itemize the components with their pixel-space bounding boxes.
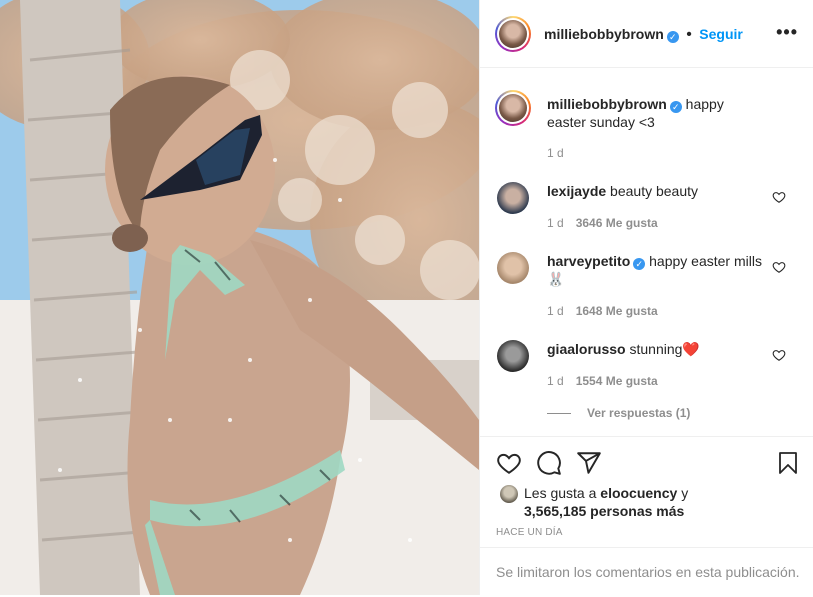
comments-list[interactable]: milliebobbybrown ✓ happy easter sunday <3… xyxy=(480,68,813,436)
bookmark-icon[interactable] xyxy=(776,450,800,476)
comment-likes[interactable]: 3646 Me gusta xyxy=(576,216,658,230)
comment-username[interactable]: giaalorusso xyxy=(547,341,626,357)
post-actions: Les gusta a eloocuency y 3,565,185 perso… xyxy=(480,436,813,596)
view-replies-button[interactable]: Ver respuestas (1) xyxy=(547,406,690,420)
verified-icon: ✓ xyxy=(666,31,679,43)
post-image xyxy=(0,0,479,595)
share-icon[interactable] xyxy=(576,450,602,476)
commenter-avatar[interactable] xyxy=(497,252,529,284)
comment-likes[interactable]: 1648 Me gusta xyxy=(576,304,658,318)
follow-button[interactable]: Seguir xyxy=(699,26,743,42)
comment-like-heart-icon[interactable] xyxy=(772,190,786,204)
post-sidebar: milliebobbybrown ✓ • Seguir ••• milliebob… xyxy=(479,0,813,595)
liker-username[interactable]: eloocuency xyxy=(600,485,677,501)
comment-username[interactable]: harveypetito xyxy=(547,253,630,269)
verified-icon: ✓ xyxy=(669,101,682,113)
caption-time[interactable]: 1 d xyxy=(547,146,564,160)
author-line: milliebobbybrown ✓ • Seguir xyxy=(544,26,743,44)
post-timestamp[interactable]: HACE UN DÍA xyxy=(496,527,563,538)
likes-summary: Les gusta a eloocuency y 3,565,185 perso… xyxy=(524,485,689,519)
comment-text-block: giaalorusso stunning❤️ xyxy=(547,340,762,358)
author-avatar[interactable] xyxy=(495,16,531,52)
comment-likes[interactable]: 1554 Me gusta xyxy=(576,374,658,388)
more-icon[interactable]: ••• xyxy=(776,22,798,43)
likes-count[interactable]: 3,565,185 personas más xyxy=(524,503,684,519)
comment-meta: 1 d 1554 Me gusta xyxy=(547,374,658,388)
comment-time[interactable]: 1 d xyxy=(547,304,564,318)
heart-icon[interactable] xyxy=(496,450,522,476)
separator-dot: • xyxy=(686,26,692,43)
comment-meta: 1 d 1648 Me gusta xyxy=(547,304,658,318)
comment-like-heart-icon[interactable] xyxy=(772,348,786,362)
comment-meta: 1 d 3646 Me gusta xyxy=(547,216,658,230)
commenter-avatar[interactable] xyxy=(497,340,529,372)
post-photo[interactable] xyxy=(0,0,479,595)
replies-line xyxy=(547,413,571,415)
post-header: milliebobbybrown ✓ • Seguir ••• xyxy=(480,0,813,68)
caption-text-block: milliebobbybrown ✓ happy easter sunday <3 xyxy=(547,95,762,131)
comment-text-block: harveypetito ✓ happy easter mills 🐰 xyxy=(547,252,762,288)
comment-like-heart-icon[interactable] xyxy=(772,260,786,274)
commenter-avatar[interactable] xyxy=(497,182,529,214)
comment-text-block: lexijayde beauty beauty xyxy=(547,182,762,200)
comment-username[interactable]: lexijayde xyxy=(547,183,606,199)
caption-avatar[interactable] xyxy=(495,90,531,126)
comment-text: beauty beauty xyxy=(610,183,699,199)
liker-avatar[interactable] xyxy=(500,485,518,503)
comment-text: stunning❤️ xyxy=(629,341,700,357)
comment-icon[interactable] xyxy=(536,450,562,476)
verified-icon: ✓ xyxy=(633,258,646,270)
author-username[interactable]: milliebobbybrown xyxy=(544,26,664,42)
caption-username[interactable]: milliebobbybrown xyxy=(547,96,667,112)
comments-limited-notice: Se limitaron los comentarios en esta pub… xyxy=(480,547,813,596)
comment-time[interactable]: 1 d xyxy=(547,374,564,388)
comment-time[interactable]: 1 d xyxy=(547,216,564,230)
